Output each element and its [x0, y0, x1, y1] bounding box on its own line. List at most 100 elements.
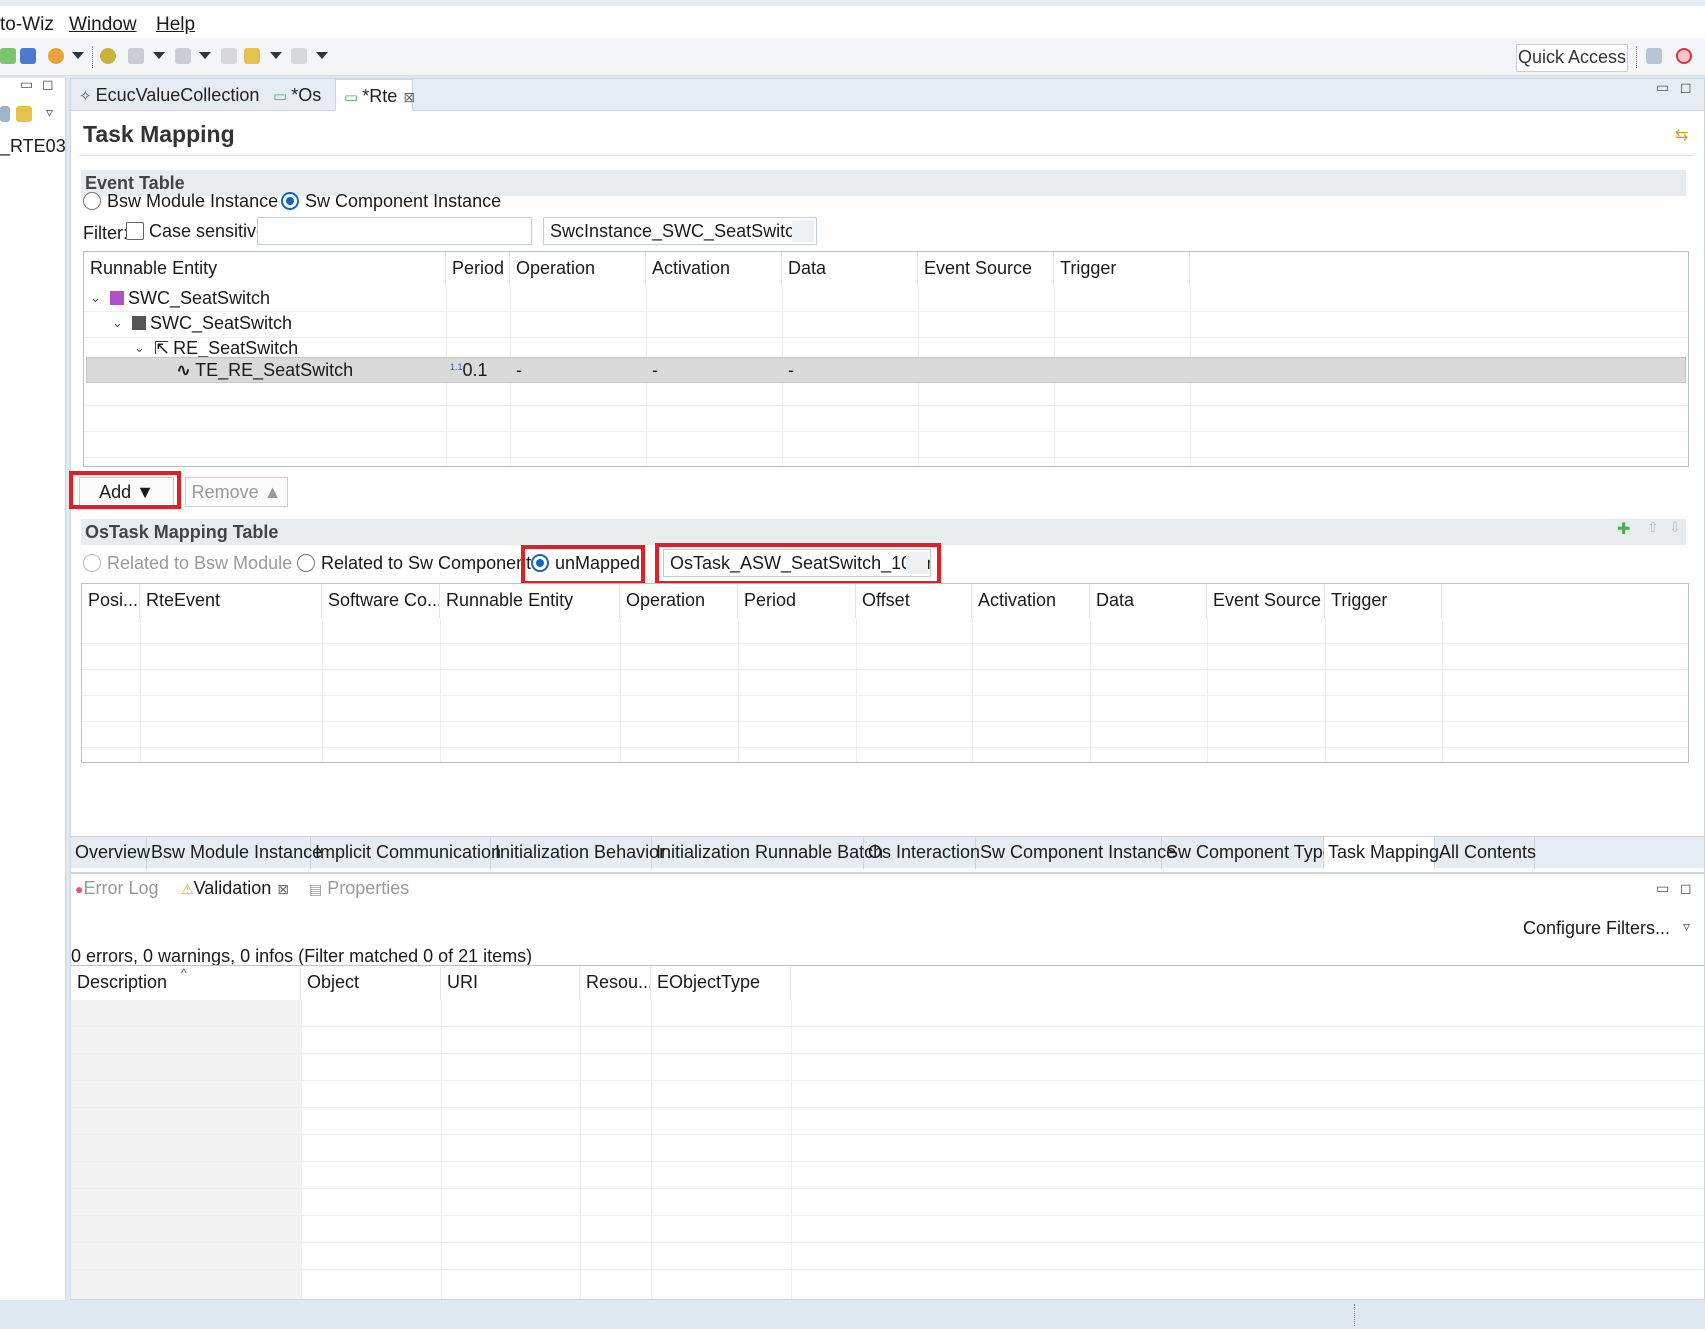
menu-help[interactable]: Help: [156, 14, 195, 36]
page-tab-os-interaction[interactable]: Os Interaction: [864, 837, 980, 869]
tree-row-timing-event[interactable]: ∿ TE_RE_SeatSwitch: [176, 360, 353, 381]
page-tab-all-contents[interactable]: All Contents: [1435, 837, 1536, 869]
data-cell[interactable]: -: [788, 360, 794, 381]
column-header[interactable]: Data: [782, 252, 918, 286]
tree-row[interactable]: SWC_SeatSwitch: [110, 288, 270, 309]
remove-button[interactable]: Remove ▲: [185, 477, 288, 507]
page-tab-initialization-behavior[interactable]: Initialization Behavior: [491, 837, 665, 869]
page-tab-sw-component-type[interactable]: Sw Component Type: [1162, 837, 1333, 869]
forward-icon[interactable]: [291, 48, 307, 64]
maximize-icon[interactable]: ◻: [1680, 79, 1692, 96]
last-edit-icon[interactable]: [221, 48, 237, 64]
new-icon[interactable]: [0, 48, 16, 64]
column-header[interactable]: Offset: [856, 584, 972, 618]
tab-os[interactable]: ▭ *Os: [265, 79, 335, 111]
radio-button[interactable]: [83, 554, 101, 572]
minimize-icon[interactable]: ▭: [20, 76, 33, 93]
maximize-icon[interactable]: ◻: [1680, 880, 1692, 897]
tool-icon[interactable]: [20, 48, 36, 64]
tab-properties[interactable]: ▤ Properties: [309, 878, 409, 899]
case-sensitive-checkbox[interactable]: Case sensitive: [126, 221, 266, 242]
add-icon[interactable]: ✚: [1617, 519, 1630, 539]
chevron-down-icon[interactable]: ⌄: [112, 315, 123, 331]
column-header[interactable]: Event Source: [918, 252, 1054, 286]
tab-error-log[interactable]: ●Error Log: [75, 878, 159, 899]
forward-dropdown-icon[interactable]: [316, 52, 328, 59]
instance-combo[interactable]: SwcInstance_SWC_SeatSwitch: [543, 217, 817, 245]
tree-row[interactable]: SWC_SeatSwitch: [132, 313, 292, 334]
column-header[interactable]: Trigger: [1325, 584, 1442, 618]
column-header[interactable]: Activation: [646, 252, 782, 286]
column-header[interactable]: Trigger: [1054, 252, 1190, 286]
column-header[interactable]: Posi...: [82, 584, 140, 618]
refresh-icon[interactable]: ⇆: [1675, 125, 1688, 145]
menu-window[interactable]: Window: [69, 14, 137, 36]
page-tab-sw-component-instance[interactable]: Sw Component Instance: [976, 837, 1176, 869]
validate-icon[interactable]: [48, 48, 64, 64]
filter-input[interactable]: [257, 217, 532, 245]
back-icon[interactable]: [244, 48, 260, 64]
page-tab-task-mapping[interactable]: Task Mapping: [1324, 837, 1439, 869]
radio-button[interactable]: [281, 192, 299, 210]
radio-related-bsw-module[interactable]: Related to Bsw Module: [83, 553, 292, 574]
open-perspective-icon[interactable]: [1646, 48, 1662, 64]
chevron-down-icon[interactable]: ⌄: [134, 340, 145, 356]
link-icon[interactable]: [16, 106, 32, 122]
column-header[interactable]: Runnable Entity: [84, 252, 446, 286]
checkbox[interactable]: [126, 222, 144, 240]
close-icon[interactable]: ⊠: [403, 89, 415, 105]
tree-row[interactable]: ⇱ RE_SeatSwitch: [154, 338, 298, 359]
column-header[interactable]: Operation: [510, 252, 646, 286]
radio-bsw-module-instance[interactable]: Bsw Module Instance: [83, 191, 278, 212]
page-tab-implicit-communication[interactable]: Implicit Communication: [311, 837, 501, 869]
chevron-down-icon[interactable]: ⌄: [90, 290, 101, 306]
minimize-icon[interactable]: ▭: [1656, 79, 1669, 96]
page-tab-overview[interactable]: Overview: [71, 837, 150, 869]
column-header[interactable]: EObjectType: [651, 966, 791, 1000]
move-up-icon[interactable]: ⇧: [1647, 519, 1659, 536]
page-tab-initialization-runnable-batch[interactable]: Initialization Runnable Batch: [652, 837, 883, 869]
page-tab-bsw-module-instance[interactable]: Bsw Module Instance: [147, 837, 322, 869]
column-header[interactable]: Operation: [620, 584, 738, 618]
view-menu-icon[interactable]: ▿: [1683, 918, 1690, 935]
view-menu-icon[interactable]: ▿: [46, 104, 53, 121]
next-annotation-icon[interactable]: [128, 48, 144, 64]
tab-validation[interactable]: ⚠Validation ⊠: [181, 878, 289, 899]
column-header[interactable]: Object: [301, 966, 441, 1000]
maximize-icon[interactable]: ◻: [42, 76, 54, 93]
quick-access-input[interactable]: Quick Access: [1516, 44, 1628, 72]
radio-button[interactable]: [83, 192, 101, 210]
activation-cell[interactable]: -: [652, 360, 658, 381]
column-header[interactable]: Runnable Entity: [440, 584, 620, 618]
next-annotation-dropdown-icon[interactable]: [153, 52, 165, 59]
column-header[interactable]: Period: [738, 584, 856, 618]
close-icon[interactable]: ⊠: [277, 881, 289, 897]
radio-related-sw-component[interactable]: Related to Sw Component: [297, 553, 531, 574]
validate-dropdown-icon[interactable]: [72, 52, 84, 59]
column-header[interactable]: Software Co...: [322, 584, 440, 618]
radio-button[interactable]: [297, 554, 315, 572]
menu-app[interactable]: to-Wiz: [0, 14, 54, 36]
minimize-icon[interactable]: ▭: [1656, 880, 1669, 897]
chevron-down-icon[interactable]: [792, 220, 814, 242]
tree-item-rte[interactable]: _RTE03: [0, 136, 66, 157]
move-down-icon[interactable]: ⇩: [1669, 519, 1681, 536]
column-header[interactable]: URI: [441, 966, 580, 1000]
perspective-icon[interactable]: [1676, 48, 1692, 64]
back-dropdown-icon[interactable]: [270, 52, 282, 59]
column-header[interactable]: Period: [446, 252, 510, 286]
collapse-icon[interactable]: [0, 106, 10, 122]
period-cell[interactable]: 1.10.1: [450, 360, 488, 381]
prev-annotation-icon[interactable]: [175, 48, 191, 64]
column-header[interactable]: Activation: [972, 584, 1090, 618]
prev-annotation-dropdown-icon[interactable]: [199, 52, 211, 59]
operation-cell[interactable]: -: [516, 360, 522, 381]
column-header[interactable]: Resou...: [580, 966, 651, 1000]
tab-rte[interactable]: ▭ *Rte ⊠: [335, 79, 415, 111]
generate-icon[interactable]: [100, 48, 116, 64]
column-header[interactable]: RteEvent: [140, 584, 322, 618]
configure-filters-link[interactable]: Configure Filters...: [1523, 918, 1670, 939]
column-header[interactable]: Data: [1090, 584, 1207, 618]
radio-sw-component-instance[interactable]: Sw Component Instance: [281, 191, 501, 212]
column-header[interactable]: Event Source: [1207, 584, 1325, 618]
